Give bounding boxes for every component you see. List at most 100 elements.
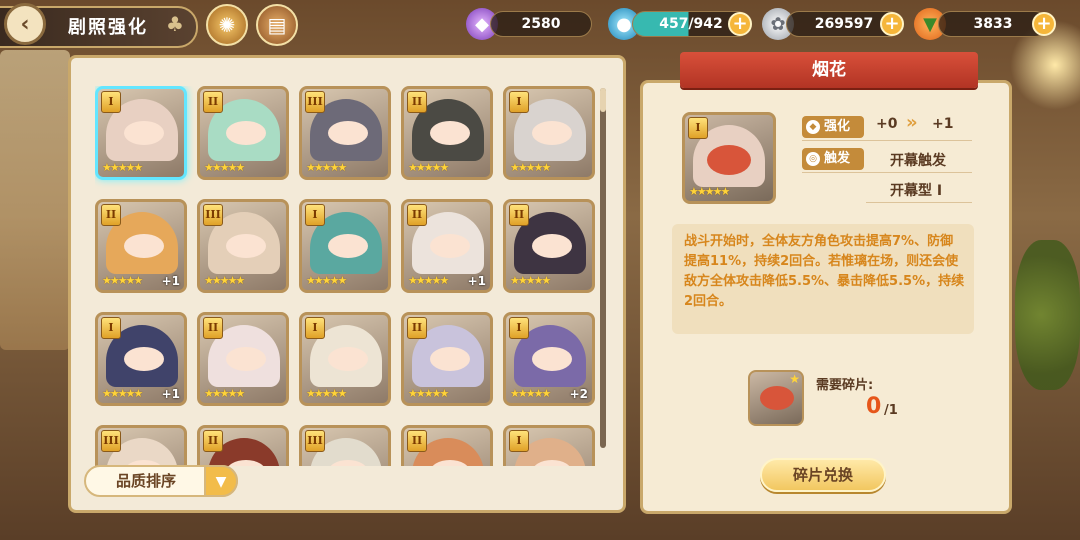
card-face (430, 121, 470, 145)
enhance-to: +1 (932, 116, 954, 132)
card-rank-badge: II (101, 204, 121, 226)
card-description: 战斗开始时，全体友方角色攻击提高7%、防御提高11%，持续2回合。若惟璃在场，则… (684, 234, 965, 309)
card-rank-badge: I (509, 317, 529, 339)
trigger-value: 开幕触发 (890, 153, 946, 169)
add-coin-button[interactable]: + (880, 12, 904, 36)
card-face (430, 347, 470, 371)
card-rank-badge: II (203, 430, 223, 452)
compass-medal-icon[interactable]: ✺ (206, 4, 248, 46)
card-slot[interactable]: I ★★★★★ (299, 199, 391, 293)
background-window (0, 50, 70, 350)
card-stars: ★★★★★ (408, 161, 449, 174)
sort-label: 品质排序 (115, 472, 176, 490)
card-bonus: +2 (569, 387, 588, 401)
crystal-counter: 2580 (490, 11, 592, 37)
card-rank-badge: II (509, 204, 529, 226)
card-rank-badge: III (101, 430, 121, 452)
card-rank-badge: II (407, 204, 427, 226)
card-slot[interactable]: I ★★★★★ +2 (503, 312, 595, 406)
card-face (226, 121, 266, 145)
fragment-icon: ★ (748, 370, 804, 426)
card-stars: ★★★★★ (510, 387, 551, 400)
card-rank-badge: I (305, 204, 325, 226)
card-stars: ★★★★★ (204, 161, 245, 174)
back-button[interactable]: ‹ (4, 3, 46, 45)
add-stamina-button[interactable]: + (728, 12, 752, 36)
grid-scrollbar-thumb[interactable] (600, 88, 606, 112)
book-icon[interactable]: ▤ (256, 4, 298, 46)
card-slot[interactable]: II ★★★★★ (401, 86, 493, 180)
shield-icon: ◆ (806, 120, 820, 134)
detail-rank-badge: I (688, 117, 708, 139)
card-rank-badge: III (305, 91, 325, 113)
card-rank-badge: I (509, 91, 529, 113)
card-rank-badge: II (407, 430, 427, 452)
card-collection-panel: I ★★★★★ II ★★★★★ III ★★★★★ II ★★★★★ I ★★★★★ II ★★★★… (68, 55, 626, 513)
card-slot[interactable]: I ★★★★★ +1 (95, 312, 187, 406)
card-rank-badge: II (203, 317, 223, 339)
card-slot[interactable]: III (299, 425, 391, 466)
card-slot[interactable]: II ★★★★★ (197, 86, 289, 180)
card-bonus: +1 (161, 387, 180, 401)
card-face (226, 234, 266, 258)
card-rank-badge: II (407, 91, 427, 113)
card-rank-badge: II (407, 317, 427, 339)
card-face (532, 234, 572, 258)
card-slot[interactable]: III ★★★★★ (197, 199, 289, 293)
card-stars: ★★★★★ (510, 274, 551, 287)
card-stars: ★★★★★ (306, 161, 347, 174)
card-rank-badge: I (509, 430, 529, 452)
card-slot[interactable]: II ★★★★★ (197, 312, 289, 406)
card-name: 烟花 (812, 60, 846, 80)
divider (802, 172, 972, 173)
card-face (124, 347, 164, 371)
back-arrow-icon: ‹ (20, 11, 30, 37)
card-face (328, 121, 368, 145)
card-rank-badge: III (305, 430, 325, 452)
card-face (532, 121, 572, 145)
card-slot[interactable]: I ★★★★★ (503, 86, 595, 180)
card-slot[interactable]: II ★★★★★ (503, 199, 595, 293)
clover-icon: ♣ (166, 12, 184, 36)
quality-sort-dropdown[interactable]: 品质排序 ▼ (84, 465, 238, 497)
double-arrow-icon: » (906, 112, 918, 133)
background-plant (1015, 240, 1080, 390)
card-slot[interactable]: I ★★★★★ (299, 312, 391, 406)
target-icon: ◎ (806, 152, 820, 166)
card-face (532, 347, 572, 371)
card-rank-badge: I (101, 317, 121, 339)
card-bonus: +1 (161, 274, 180, 288)
card-slot[interactable]: I (503, 425, 595, 466)
card-face (328, 347, 368, 371)
trigger-tag: ◎ 触发 (802, 148, 864, 170)
card-rank-badge: I (305, 317, 325, 339)
grid-scrollbar[interactable] (600, 88, 606, 448)
detail-stars: ★★★★★ (689, 185, 730, 198)
card-stars: ★★★★★ (408, 274, 449, 287)
card-stars: ★★★★★ (204, 387, 245, 400)
card-stars: ★★★★★ (102, 387, 143, 400)
card-slot[interactable]: II ★★★★★ +1 (95, 199, 187, 293)
card-slot[interactable]: II ★★★★★ (401, 312, 493, 406)
detail-portrait: I ★★★★★ (682, 112, 776, 204)
divider (866, 202, 972, 203)
fragments-owned: 0 (866, 394, 882, 419)
card-slot[interactable]: II ★★★★★ +1 (401, 199, 493, 293)
card-grid: I ★★★★★ II ★★★★★ III ★★★★★ II ★★★★★ I ★★★★★ II ★★★★… (95, 86, 595, 466)
card-slot[interactable]: III (95, 425, 187, 466)
top-bar: ‹ 剧照强化 ♣ ✺ ▤ ◆ 2580 ● 457/942 + ✿ 269597… (0, 0, 1080, 50)
fragments-required: /1 (884, 403, 898, 418)
description-box: 战斗开始时，全体友方角色攻击提高7%、防御提高11%，持续2回合。若惟璃在场，则… (672, 224, 974, 334)
card-slot[interactable]: III ★★★★★ (299, 86, 391, 180)
fragment-exchange-button[interactable]: 碎片兑换 (760, 458, 886, 492)
card-type: 开幕型 I (890, 183, 943, 199)
add-carrot-button[interactable]: + (1032, 12, 1056, 36)
card-stars: ★★★★★ (306, 387, 347, 400)
card-slot[interactable]: I ★★★★★ (95, 86, 187, 180)
chevron-down-icon[interactable]: ▼ (204, 465, 238, 497)
enhance-from: +0 (876, 116, 898, 132)
card-stars: ★★★★★ (306, 274, 347, 287)
card-slot[interactable]: II (197, 425, 289, 466)
card-rank-badge: III (203, 204, 223, 226)
card-slot[interactable]: II (401, 425, 493, 466)
